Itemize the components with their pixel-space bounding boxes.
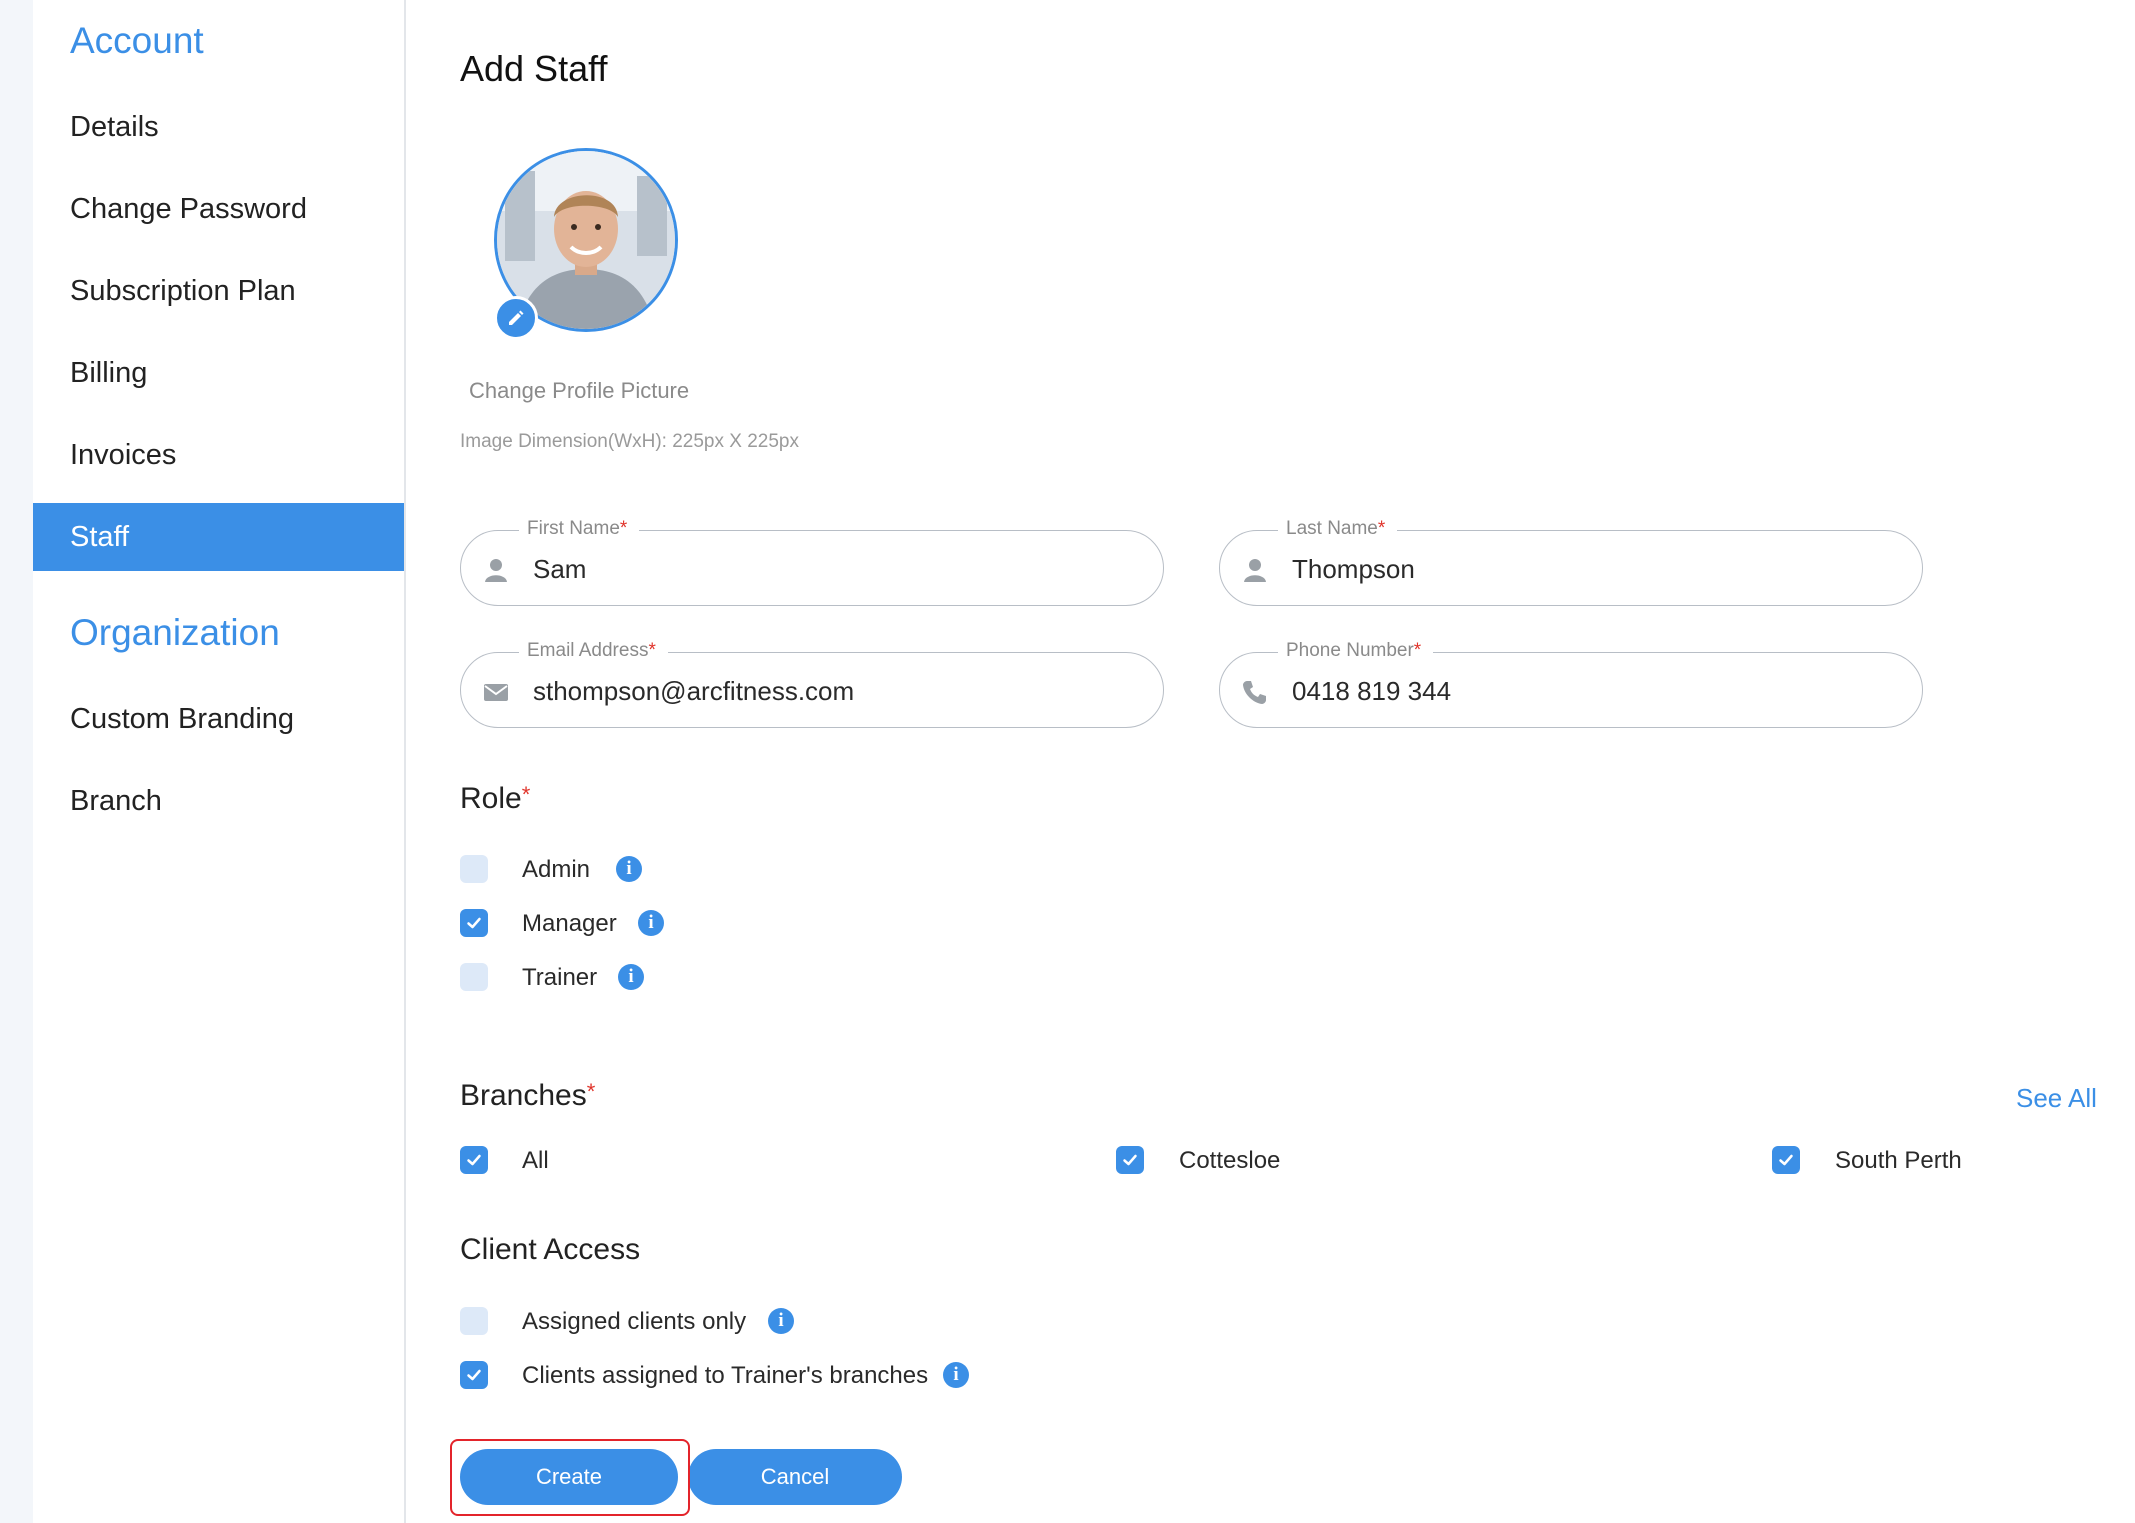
branches-title: Branches* (460, 1079, 596, 1112)
trainer-branches-clients-label: Clients assigned to Trainer's branches (522, 1362, 929, 1389)
sidebar-heading-organization: Organization (70, 612, 280, 653)
branch-south-perth-checkbox[interactable] (1772, 1146, 1800, 1174)
mail-icon (484, 684, 508, 701)
sidebar-item-invoices[interactable]: Invoices (33, 421, 404, 489)
last-name-field: Last Name* (1219, 518, 1923, 606)
trainer-branches-clients-checkbox[interactable] (460, 1361, 488, 1389)
cancel-button[interactable]: Cancel (688, 1449, 902, 1505)
see-all-branches-link[interactable]: See All (2016, 1083, 2097, 1114)
sidebar-item-custom-branding[interactable]: Custom Branding (33, 685, 404, 753)
window-edge (0, 0, 33, 1523)
page-title: Add Staff (460, 48, 608, 89)
role-trainer-label: Trainer (522, 964, 598, 991)
role-title: Role* (460, 782, 531, 815)
change-profile-picture-link[interactable]: Change Profile Picture (469, 378, 689, 404)
user-icon (1244, 559, 1266, 582)
info-icon[interactable]: i (618, 964, 644, 990)
sidebar-item-branch[interactable]: Branch (33, 767, 404, 835)
sidebar-item-subscription-plan[interactable]: Subscription Plan (33, 257, 404, 325)
add-staff-form: Add Staff Change Profile Picture Image D… (406, 0, 2135, 1523)
first-name-label: First Name* (519, 518, 640, 540)
sidebar-item-billing[interactable]: Billing (33, 339, 404, 407)
role-manager-label: Manager (522, 910, 617, 937)
email-input[interactable] (531, 667, 1135, 715)
first-name-field: First Name* (460, 518, 1164, 606)
checkmark-icon (467, 917, 481, 929)
role-manager-checkbox[interactable] (460, 909, 488, 937)
user-icon (485, 559, 507, 582)
sidebar-item-staff[interactable]: Staff (33, 503, 404, 571)
info-icon[interactable]: i (768, 1308, 794, 1334)
info-icon[interactable]: i (638, 910, 664, 936)
email-label: Email Address* (519, 640, 668, 662)
checkmark-icon (467, 1369, 481, 1381)
role-admin-label: Admin (522, 856, 591, 883)
branch-south-perth-label: South Perth (1835, 1147, 1962, 1174)
image-dimension-note: Image Dimension(WxH): 225px X 225px (460, 431, 799, 452)
sidebar-heading-account: Account (70, 20, 204, 61)
phone-field: Phone Number* (1219, 640, 1923, 728)
role-admin-checkbox[interactable] (460, 855, 488, 883)
last-name-label: Last Name* (1278, 518, 1398, 540)
edit-pencil-icon (509, 310, 524, 325)
checkmark-icon (1779, 1154, 1793, 1166)
assigned-clients-only-checkbox[interactable] (460, 1307, 488, 1335)
checkmark-icon (467, 1154, 481, 1166)
branch-all-checkbox[interactable] (460, 1146, 488, 1174)
edit-picture-button[interactable] (494, 296, 538, 340)
client-access-title: Client Access (460, 1233, 641, 1266)
email-field: Email Address* (460, 640, 1164, 728)
sidebar-item-details[interactable]: Details (33, 93, 404, 161)
branch-cottesloe-checkbox[interactable] (1116, 1146, 1144, 1174)
create-button[interactable]: Create (460, 1449, 678, 1505)
branch-all-label: All (522, 1147, 549, 1174)
info-icon[interactable]: i (616, 856, 642, 882)
branch-cottesloe-label: Cottesloe (1179, 1147, 1281, 1174)
phone-label: Phone Number* (1278, 640, 1434, 662)
role-trainer-checkbox[interactable] (460, 963, 488, 991)
phone-icon (1243, 681, 1266, 704)
sidebar-item-change-password[interactable]: Change Password (33, 175, 404, 243)
phone-input[interactable] (1290, 667, 1894, 715)
assigned-clients-only-label: Assigned clients only (522, 1308, 747, 1335)
last-name-input[interactable] (1290, 545, 1894, 593)
checkmark-icon (1123, 1154, 1137, 1166)
first-name-input[interactable] (531, 545, 1135, 593)
settings-sidebar: Account Details Change Password Subscrip… (33, 0, 406, 1523)
info-icon[interactable]: i (943, 1362, 969, 1388)
